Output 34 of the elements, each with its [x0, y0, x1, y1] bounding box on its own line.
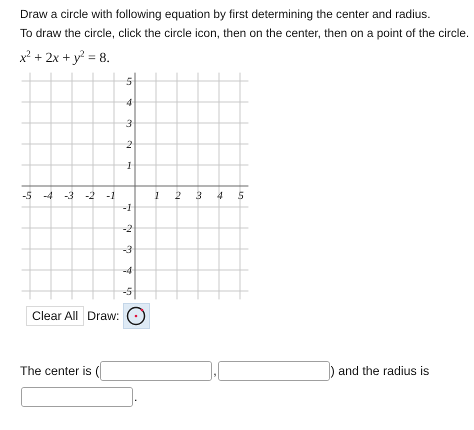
- tick-label: -5: [122, 286, 132, 298]
- tick-label: -3: [64, 190, 74, 202]
- answer-field[interactable]: [21, 387, 133, 407]
- circle-icon: [126, 306, 146, 326]
- clear-all-button[interactable]: Clear All: [26, 306, 84, 326]
- tick-label: 4: [126, 97, 132, 109]
- tick-label: 1: [126, 160, 132, 172]
- equation: x$^{2}$ + 2x + y$^{2}$ = 8.: [20, 51, 111, 67]
- tick-label: -2: [85, 190, 95, 202]
- tick-label: -3: [122, 244, 132, 256]
- tick-label: 2: [175, 190, 181, 202]
- instruction-text: Draw a circle with following equation by first determining the center and radius.: [20, 6, 430, 22]
- instruction-text: To draw the circle, click the circle icon, then on the center, then on a point of the circle.: [20, 25, 470, 41]
- tick-label: 3: [126, 118, 132, 130]
- tick-label: 2: [126, 139, 132, 151]
- tick-label: 5: [126, 76, 132, 88]
- answer-text: ) and the radius is: [330, 364, 430, 378]
- tick-label: -1: [106, 190, 116, 202]
- tick-label: 1: [154, 190, 160, 202]
- tick-label: -1: [122, 202, 132, 214]
- circle-tool-button[interactable]: [122, 303, 150, 329]
- answer-field[interactable]: [100, 361, 212, 381]
- answer-text: .: [134, 390, 138, 404]
- answer-text: ,: [213, 364, 217, 378]
- tick-label: 3: [196, 190, 202, 202]
- tick-label: -4: [43, 190, 53, 202]
- tick-label: -4: [122, 265, 132, 277]
- tick-label: 4: [217, 190, 223, 202]
- answer-field[interactable]: [218, 361, 330, 381]
- answer-text: The center is (: [20, 364, 100, 378]
- tick-label: -2: [122, 223, 132, 235]
- tick-label: 5: [238, 190, 244, 202]
- tick-label: -5: [22, 190, 32, 202]
- draw-label: Draw:: [87, 309, 120, 323]
